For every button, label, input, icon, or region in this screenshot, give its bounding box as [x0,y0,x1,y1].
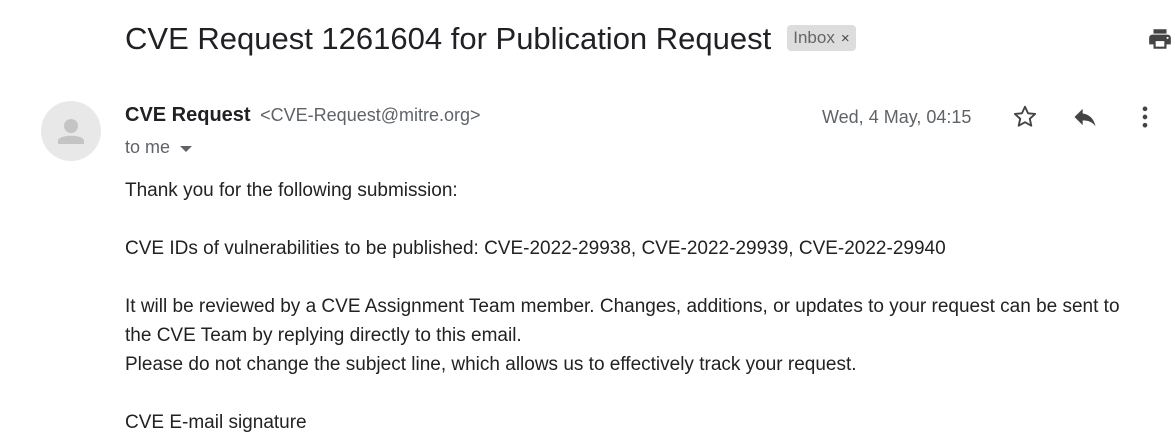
email-header: CVE Request 1261604 for Publication Requ… [125,16,1175,62]
remove-label-icon[interactable]: × [841,30,850,47]
more-vert-icon [1142,106,1148,128]
label-text: Inbox [793,28,835,47]
sender-line: CVE Request <CVE-Request@mitre.org> [125,104,481,127]
email-body: Thank you for the following submission: … [125,176,1165,437]
star-icon [1013,105,1037,127]
body-line-greeting: Thank you for the following submission: [125,180,458,201]
recipient-text: to me [125,137,171,157]
body-line-subject-note: Please do not change the subject line, w… [125,354,857,375]
recipient-details-toggle[interactable]: to me [125,137,193,158]
print-icon [1149,29,1171,49]
print-button[interactable] [1147,26,1173,52]
more-options-button[interactable] [1131,103,1159,131]
person-icon [58,119,84,144]
sender-email: <CVE-Request@mitre.org> [260,105,481,125]
body-line-review: It will be reviewed by a CVE Assignment … [125,296,1120,317]
body-line-cve-ids: CVE IDs of vulnerabilities to be publish… [125,238,946,259]
email-subject: CVE Request 1261604 for Publication Requ… [125,21,772,56]
body-line-signature: CVE E-mail signature [125,412,307,433]
sender-name[interactable]: CVE Request [125,104,251,126]
reply-icon [1074,108,1096,127]
star-button[interactable] [1011,103,1039,131]
reply-button[interactable] [1071,103,1099,131]
email-timestamp: Wed, 4 May, 04:15 [822,107,972,127]
sender-avatar[interactable] [41,101,101,161]
inbox-label-chip[interactable]: Inbox × [787,25,856,51]
chevron-down-icon [180,145,193,152]
body-line-reply: the CVE Team by replying directly to thi… [125,325,522,346]
